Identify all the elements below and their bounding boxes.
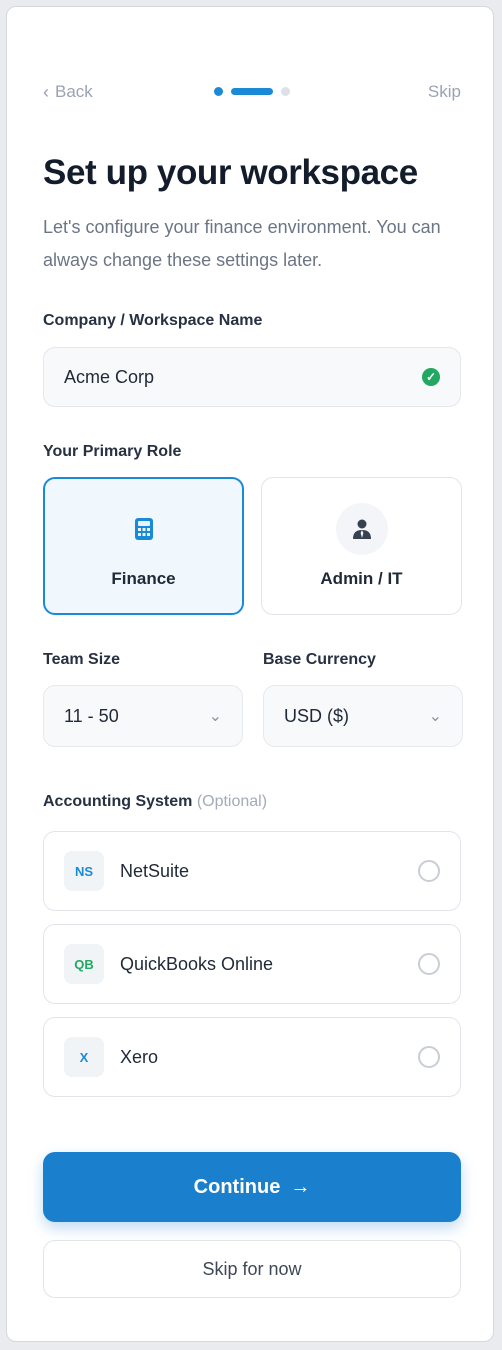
continue-button[interactable]: Continue → (43, 1152, 461, 1222)
chevron-left-icon: ‹ (43, 82, 49, 102)
xero-logo-icon: X (64, 1037, 104, 1077)
base-currency-select[interactable]: USD ($) ⌄ (263, 685, 463, 747)
company-name-label: Company / Workspace Name (43, 312, 263, 329)
chevron-down-icon: ⌄ (428, 708, 442, 725)
role-label-admin-it: Admin / IT (320, 569, 403, 588)
accounting-option-netsuite[interactable]: NS NetSuite (43, 831, 461, 911)
back-button[interactable]: ‹ Back (43, 82, 93, 102)
progress-step-3 (281, 87, 290, 96)
primary-role-label: Your Primary Role (43, 443, 182, 460)
company-name-value: Acme Corp (64, 366, 155, 387)
page-title: Set up your workspace (43, 153, 418, 192)
team-size-value: 11 - 50 (64, 705, 119, 726)
accounting-option-quickbooks[interactable]: QB QuickBooks Online (43, 924, 461, 1004)
progress-step-2 (231, 88, 273, 95)
back-label: Back (55, 82, 93, 101)
continue-label: Continue (193, 1175, 281, 1198)
accounting-option-label: NetSuite (120, 860, 190, 881)
quickbooks-logo-icon: QB (64, 944, 104, 984)
skip-link[interactable]: Skip (428, 82, 461, 102)
radio-button[interactable] (418, 953, 440, 975)
role-option-finance[interactable]: Finance (43, 477, 244, 615)
accounting-system-title: Accounting System (43, 793, 193, 810)
calculator-icon (118, 503, 170, 555)
optional-tag: (Optional) (196, 793, 268, 810)
accounting-option-label: QuickBooks Online (120, 953, 274, 974)
user-admin-icon (335, 503, 388, 555)
top-nav: ‹ Back Skip (43, 79, 461, 105)
progress-step-1 (214, 87, 223, 96)
arrow-right-icon: → (290, 1175, 311, 1198)
onboarding-card: ‹ Back Skip Set up your workspace Let's … (6, 6, 494, 1342)
chevron-down-icon: ⌄ (208, 708, 222, 725)
accounting-option-xero[interactable]: X Xero (43, 1017, 461, 1097)
accounting-option-label: Xero (120, 1046, 159, 1067)
team-size-label: Team Size (43, 651, 121, 668)
base-currency-label: Base Currency (263, 651, 376, 668)
team-size-select[interactable]: 11 - 50 ⌄ (43, 685, 243, 747)
netsuite-logo-icon: NS (64, 851, 104, 891)
progress-indicator (214, 87, 290, 96)
radio-button[interactable] (418, 1046, 440, 1068)
accounting-system-label: Accounting System (Optional) (43, 793, 267, 811)
company-name-input[interactable]: Acme Corp ✓ (43, 347, 461, 407)
skip-for-now-button[interactable]: Skip for now (43, 1240, 461, 1298)
check-circle-icon: ✓ (422, 368, 440, 386)
role-label-finance: Finance (111, 569, 176, 588)
page-subtitle: Let's configure your finance environment… (43, 217, 441, 270)
base-currency-value: USD ($) (284, 705, 350, 726)
role-option-admin-it[interactable]: Admin / IT (261, 477, 462, 615)
radio-button[interactable] (418, 860, 440, 882)
